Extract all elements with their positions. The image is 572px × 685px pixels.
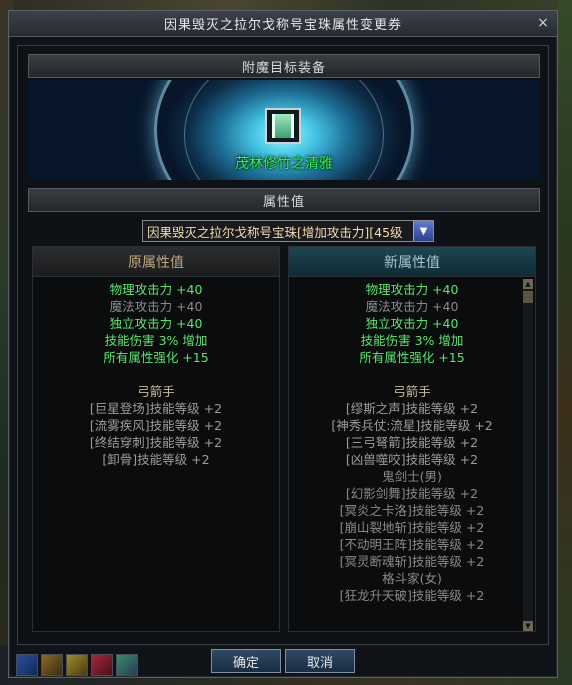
attribute-select[interactable]: 因果毁灭之拉尔戈称号宝珠[增加攻击力][45级 ▼ (142, 220, 434, 242)
skill-slot-icon[interactable] (66, 654, 88, 676)
new-attributes-header: 新属性值 (289, 247, 535, 277)
bamboo-leaf-glyph (272, 114, 294, 138)
skill-slot-icon[interactable] (41, 654, 63, 676)
new-attribute-row: 鬼剑士(男) (382, 469, 442, 484)
attr-section-header: 属性值 (28, 188, 540, 212)
original-spacer (33, 366, 279, 383)
new-attribute-row: 技能伤害 3% 增加 (360, 333, 464, 348)
target-section-header: 附魔目标装备 (28, 54, 540, 78)
original-attribute-row: [巨星登场]技能等级 +2 (89, 401, 223, 416)
new-attribute-row: [神秀兵仗:流星]技能等级 +2 (331, 418, 493, 433)
scroll-up-icon[interactable]: ▲ (523, 279, 533, 289)
new-attribute-row: [不动明王阵]技能等级 +2 (339, 537, 485, 552)
new-attribute-row: 魔法攻击力 +40 (365, 299, 459, 314)
attr-section-title: 属性值 (262, 194, 305, 210)
new-attributes-scrollbar[interactable]: ▲ ▼ (523, 279, 533, 631)
new-attribute-row: [三弓弩箭]技能等级 +2 (345, 435, 479, 450)
new-attributes-panel: 新属性值 物理攻击力 +40 魔法攻击力 +40 独立攻击力 +40 技能伤害 3% … (288, 246, 536, 632)
game-background-right (558, 0, 572, 685)
new-attribute-row: 所有属性强化 +15 (359, 350, 465, 365)
attribute-change-dialog: 因果毁灭之拉尔戈称号宝珠属性变更券 × 附魔目标装备 茂林修竹之清雅 属性值 因… (8, 10, 558, 678)
scroll-thumb[interactable] (523, 291, 533, 303)
new-attributes-list: 物理攻击力 +40 魔法攻击力 +40 独立攻击力 +40 技能伤害 3% 增加 所有属… (289, 277, 535, 604)
original-attribute-row: 所有属性强化 +15 (103, 350, 209, 365)
close-icon[interactable]: × (535, 15, 551, 31)
original-attribute-row: 魔法攻击力 +40 (109, 299, 203, 314)
new-attribute-row: [缪斯之声]技能等级 +2 (345, 401, 479, 416)
new-attribute-row: [冥灵断魂斩]技能等级 +2 (339, 554, 485, 569)
original-attribute-row: [卸骨]技能等级 +2 (102, 452, 210, 467)
original-attribute-row: 弓箭手 (137, 384, 175, 399)
heart-icon[interactable] (91, 654, 113, 676)
target-section-title: 附魔目标装备 (241, 60, 326, 76)
new-attribute-row: [冥炎之卡洛]技能等级 +2 (339, 503, 485, 518)
original-attributes-panel: 原属性值 物理攻击力 +40 魔法攻击力 +40 独立攻击力 +40 技能伤害 3% … (32, 246, 280, 632)
dialog-titlebar[interactable]: 因果毁灭之拉尔戈称号宝珠属性变更券 × (9, 11, 557, 37)
new-attribute-row: [崩山裂地斩]技能等级 +2 (339, 520, 485, 535)
original-attributes-header: 原属性值 (33, 247, 279, 277)
skill-slot-icon[interactable] (16, 654, 38, 676)
confirm-button[interactable]: 确定 (211, 649, 281, 673)
chevron-down-icon[interactable]: ▼ (413, 221, 433, 241)
original-attribute-row: 物理攻击力 +40 (109, 282, 203, 297)
new-attribute-row: 独立攻击力 +40 (365, 316, 459, 331)
attribute-select-value: 因果毁灭之拉尔戈称号宝珠[增加攻击力][45级 (147, 224, 403, 240)
new-attribute-row: [凶兽噬咬]技能等级 +2 (345, 452, 479, 467)
new-attribute-row: [幻影剑舞]技能等级 +2 (345, 486, 479, 501)
new-attribute-row: 格斗家(女) (382, 571, 442, 586)
original-attributes-list: 物理攻击力 +40 魔法攻击力 +40 独立攻击力 +40 技能伤害 3% 增加 所有属… (33, 277, 279, 468)
quick-slot-bar (16, 654, 138, 676)
target-item-banner: 茂林修竹之清雅 (28, 80, 540, 180)
new-spacer (289, 366, 535, 383)
bamboo-icon[interactable] (265, 108, 301, 144)
new-attribute-row: 弓箭手 (393, 384, 431, 399)
dialog-title: 因果毁灭之拉尔戈称号宝珠属性变更券 (163, 18, 402, 33)
potion-icon[interactable] (116, 654, 138, 676)
original-attribute-row: 独立攻击力 +40 (109, 316, 203, 331)
new-attribute-row: 物理攻击力 +40 (365, 282, 459, 297)
scroll-down-icon[interactable]: ▼ (523, 621, 533, 631)
target-item-name: 茂林修竹之清雅 (235, 156, 333, 172)
original-attribute-row: [终结穿刺]技能等级 +2 (89, 435, 223, 450)
cancel-button[interactable]: 取消 (285, 649, 355, 673)
dialog-body: 附魔目标装备 茂林修竹之清雅 属性值 因果毁灭之拉尔戈称号宝珠[增加攻击力][4… (17, 45, 549, 645)
original-attribute-row: 技能伤害 3% 增加 (104, 333, 208, 348)
new-attribute-row: [狂龙升天破]技能等级 +2 (339, 588, 485, 603)
original-attribute-row: [流雾疾风]技能等级 +2 (89, 418, 223, 433)
